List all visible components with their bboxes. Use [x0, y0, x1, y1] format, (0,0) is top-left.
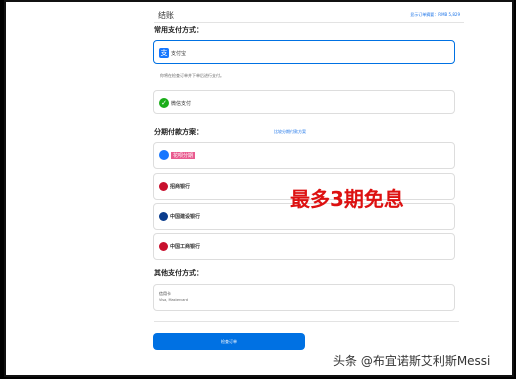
icbc-label: 中国工商银行: [170, 243, 201, 250]
huabei-icon: [159, 150, 169, 160]
cmb-icon: [159, 181, 168, 191]
huabei-label: 花呗分期: [171, 151, 196, 159]
installment-heading: 分期付款方案：: [154, 128, 203, 136]
payment-option-credit-card[interactable]: 信用卡 Visa, Mastercard: [153, 284, 455, 311]
huabei-logo: 花呗分期: [159, 149, 196, 161]
cmb-logo: 招商银行: [159, 180, 190, 192]
cmb-label: 招商银行: [170, 183, 191, 190]
header-bar: 结账 显示订单摘要：RMB 5,829: [154, 4, 464, 23]
other-payment-heading: 其他支付方式：: [154, 269, 203, 277]
page-title: 结账: [158, 11, 174, 20]
divider: [154, 321, 459, 322]
icbc-icon: [159, 241, 168, 251]
installment-option-icbc[interactable]: 中国工商银行: [153, 233, 455, 260]
alipay-label: 支付宝: [171, 50, 187, 57]
credit-card-brands: Visa, Mastercard: [159, 298, 189, 302]
wechat-logo: ✓ 微信支付: [159, 97, 191, 109]
alipay-icon: 支: [159, 48, 169, 58]
order-summary-link[interactable]: 显示订单摘要：RMB 5,829: [410, 12, 460, 18]
review-order-button[interactable]: 检查订单: [153, 333, 305, 350]
ccb-logo: 中国建设银行: [159, 210, 200, 222]
compare-installments-link[interactable]: 比较分期付款方案: [274, 129, 306, 135]
wechat-icon: ✓: [159, 98, 169, 108]
common-payment-heading: 常用支付方式：: [154, 26, 203, 34]
credit-card-title: 信用卡: [159, 291, 171, 296]
ccb-label: 中国建设银行: [170, 213, 201, 220]
payment-option-alipay[interactable]: 支 支付宝: [153, 40, 455, 64]
icbc-logo: 中国工商银行: [159, 240, 200, 252]
checkout-page: 结账 显示订单摘要：RMB 5,829 常用支付方式： 支 支付宝 你将在检查订…: [4, 0, 514, 377]
alipay-logo: 支 支付宝: [159, 47, 186, 59]
installment-option-huabei[interactable]: 花呗分期: [153, 142, 455, 169]
ccb-icon: [159, 211, 168, 221]
alipay-note: 你将在检查订单并下单后进行支付。: [160, 73, 224, 78]
payment-option-wechat[interactable]: ✓ 微信支付: [153, 90, 455, 114]
wechat-label: 微信支付: [171, 100, 192, 107]
promo-overlay-text: 最多3期免息: [290, 187, 404, 211]
watermark: 头条 @布宜诺斯艾利斯Messi: [333, 354, 491, 368]
